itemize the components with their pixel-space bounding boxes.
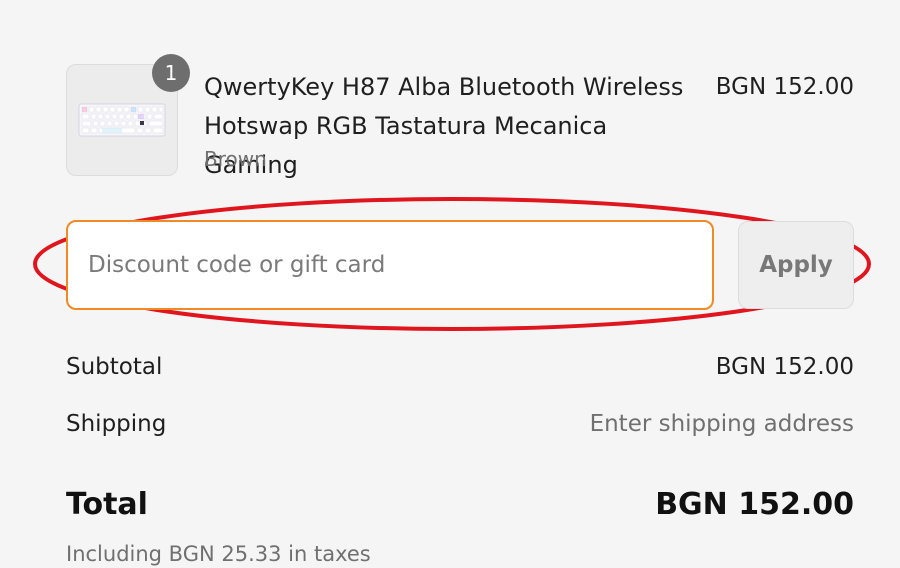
quantity-badge: 1 [152,54,190,92]
discount-code-input[interactable] [66,220,714,310]
shipping-label: Shipping [66,411,167,437]
total-value: BGN 152.00 [655,487,854,522]
subtotal-value: BGN 152.00 [715,354,854,380]
product-price: BGN 152.00 [715,74,854,100]
product-name: QwertyKey H87 Alba Bluetooth Wireless Ho… [204,73,684,179]
keyboard-icon [78,103,166,137]
shipping-value: Enter shipping address [589,411,854,437]
taxes-note: Including BGN 25.33 in taxes [66,542,371,566]
total-label: Total [66,487,148,522]
subtotal-label: Subtotal [66,354,163,380]
order-summary: 1 QwertyKey H87 Alba Bluetooth Wireless … [0,0,900,568]
apply-button[interactable]: Apply [738,221,854,309]
product-variant: Brown [204,147,267,171]
